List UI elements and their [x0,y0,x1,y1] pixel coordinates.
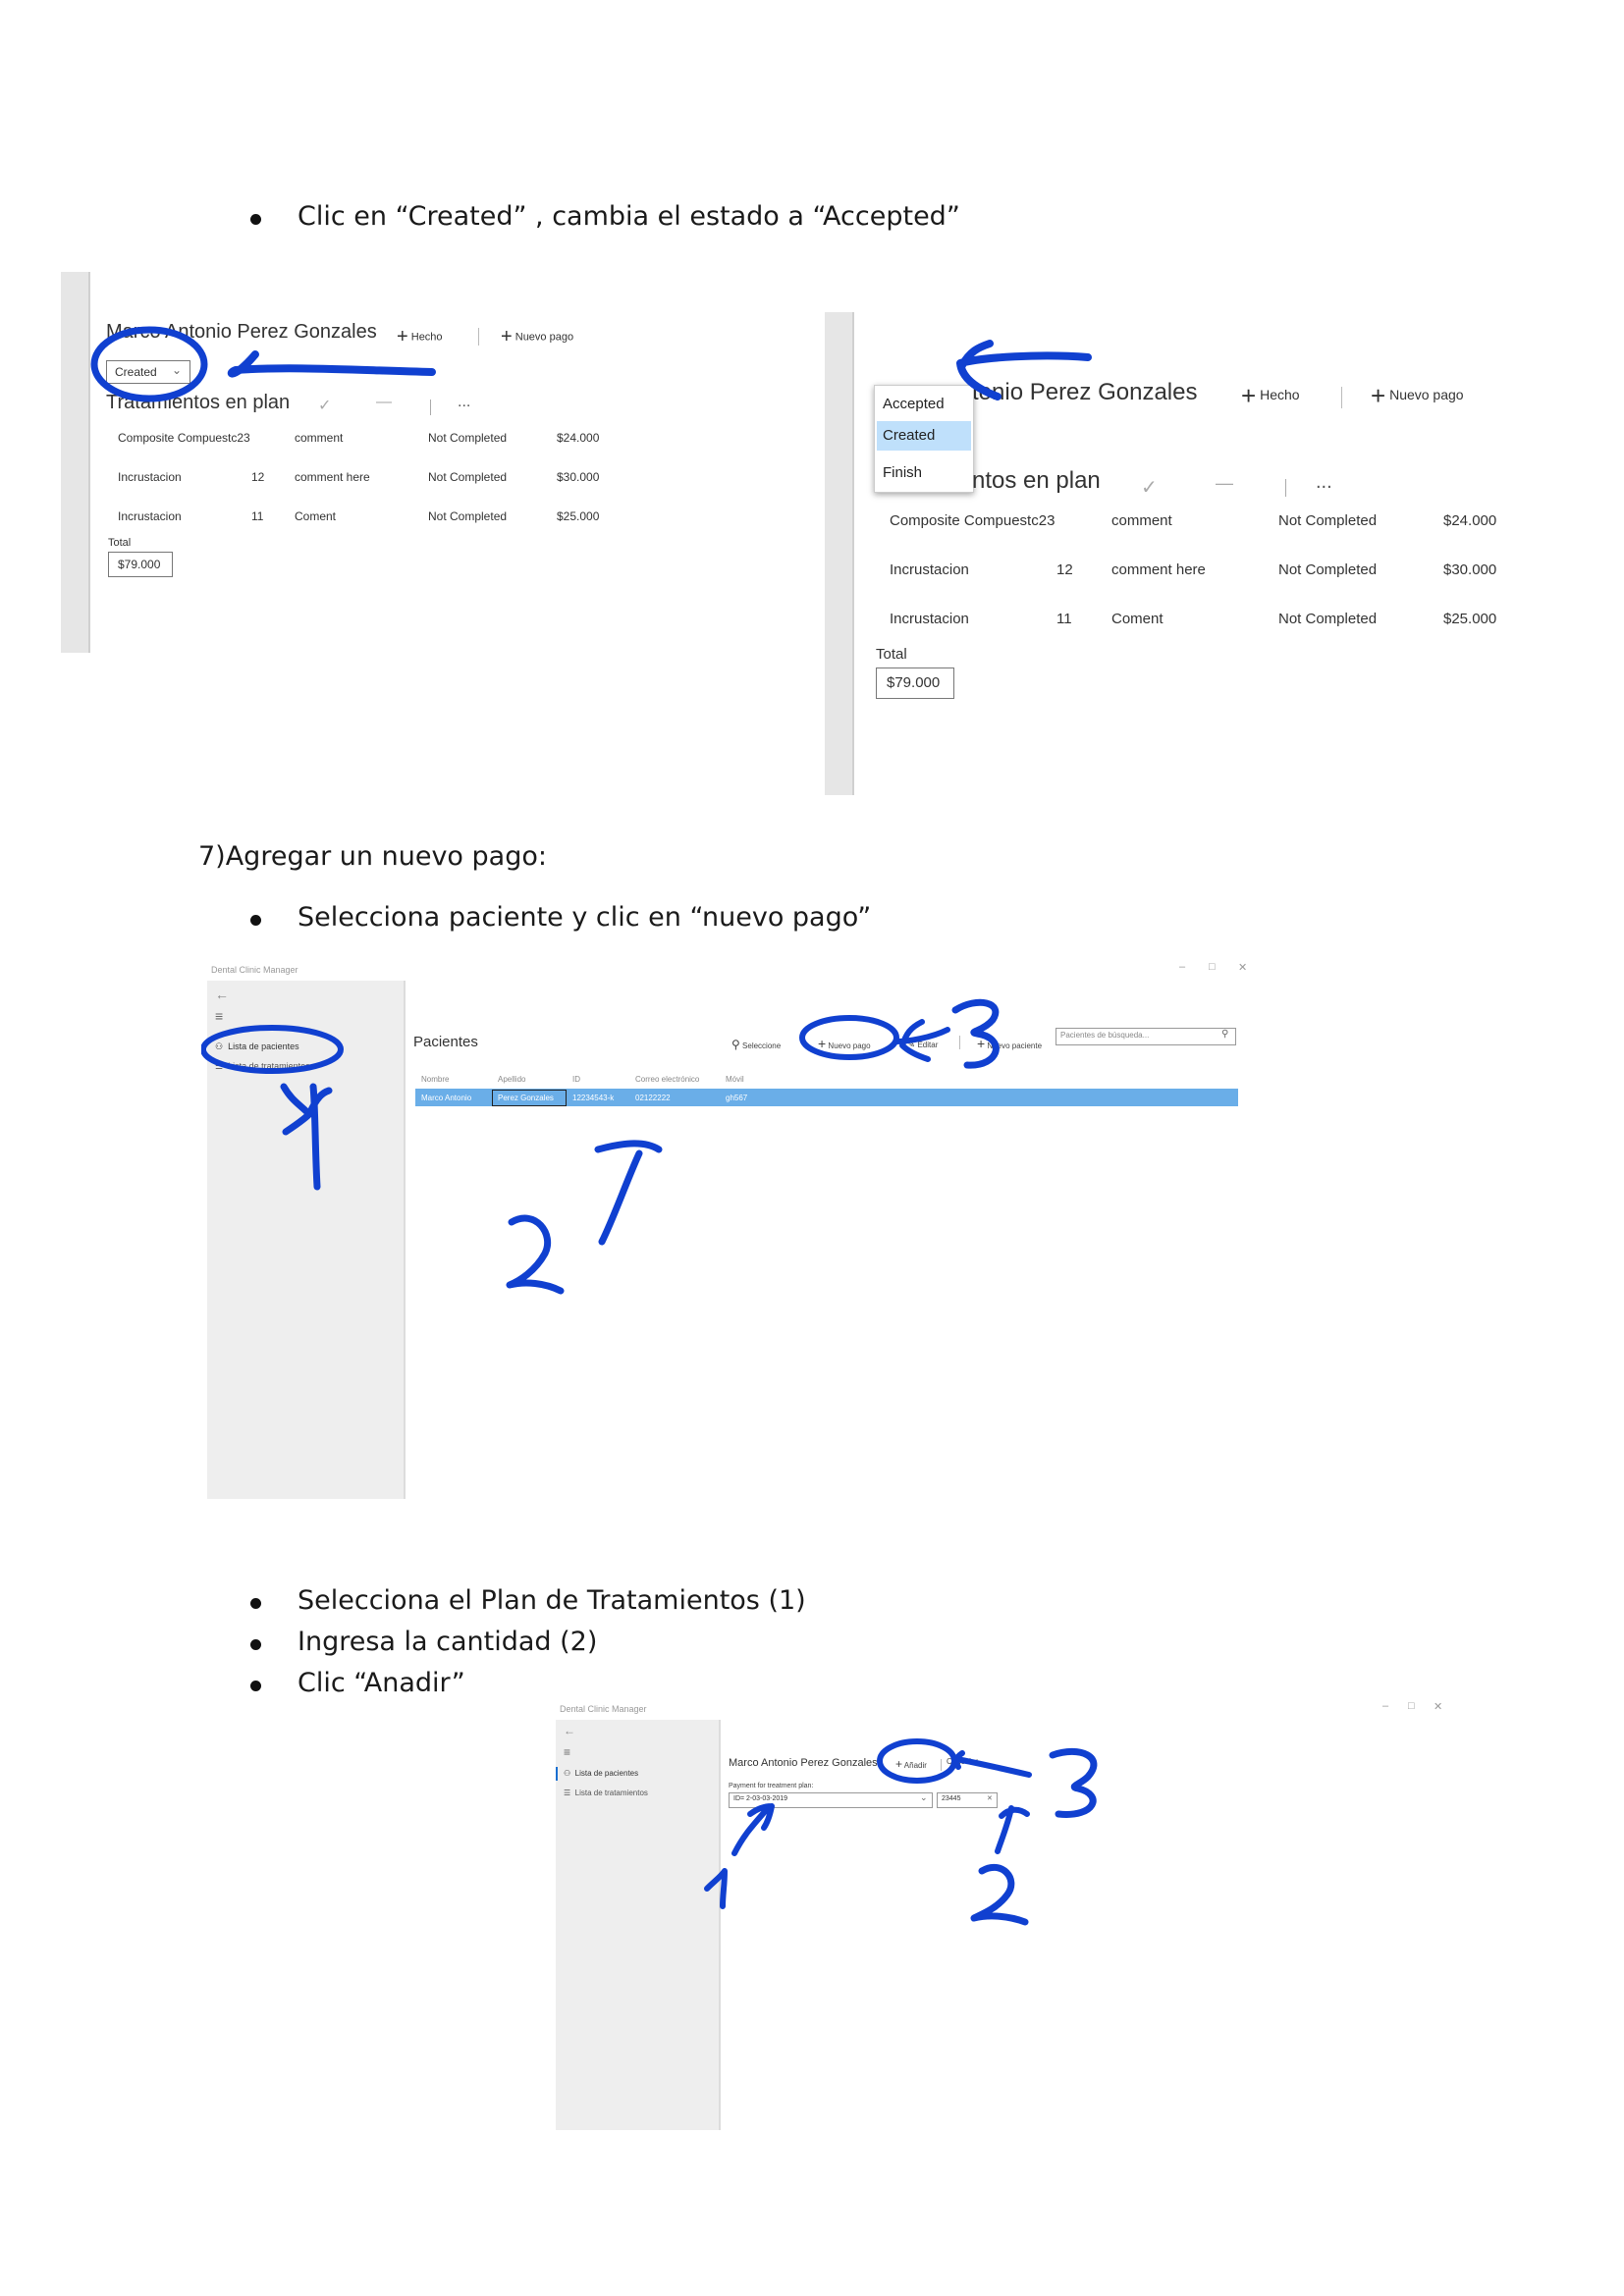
annotation-circle-1 [201,1025,344,1074]
annotation-strokes [704,1738,1098,1926]
section-7-title: 7)Agregar un nuevo pago: [198,841,547,872]
screenshot-patients: Dental Clinic Manager – □ ✕ ← ≡ ⚇ Lista … [201,957,1262,1499]
annotation-arrow-2 [995,1805,1030,1854]
instruction-enter-amount: Ingresa la cantidad (2) [298,1627,598,1657]
bullet-dot [250,915,261,926]
annotation-arrow [227,350,436,378]
screenshot-plan-dropdown: tonio Perez Gonzales + Hecho + Nuevo pag… [825,312,1532,795]
instruction-created: Clic en “Created” , cambia el estado a “… [298,201,960,232]
annotation-number-1 [704,1868,728,1909]
bullet-dot [250,1598,261,1609]
annotation-arrow-1 [731,1803,775,1856]
screenshot-payment: Dental Clinic Manager – □ ✕ ← ≡ ⚇ Lista … [550,1698,1453,2130]
bullet-dot [250,1639,261,1650]
bullet-dot [250,1681,261,1691]
instruction-click-add: Clic “Anadir” [298,1668,465,1698]
annotation-strokes [90,326,436,402]
annotation-arrow-2 [594,1140,663,1246]
instruction-select-plan: Selecciona el Plan de Tratamientos (1) [298,1585,806,1616]
annotation-number-3 [1049,1748,1098,1818]
annotation-arrow [956,340,1092,400]
annotation-circle-3 [799,1015,899,1060]
annotation-number-1 [280,1083,333,1191]
instruction-select-patient: Selecciona paciente y clic en “nuevo pag… [298,902,872,933]
annotation-strokes [201,998,1000,1295]
annotation-number-2 [506,1214,565,1295]
annotation-circle [90,326,208,402]
annotation-arrow-add [952,1750,1032,1778]
annotation-number-3 [951,998,1000,1069]
annotation-strokes [956,340,1092,400]
screenshot-plan-created: Marco Antonio Perez Gonzales + Hecho + N… [61,272,640,653]
annotation-number-2 [970,1863,1029,1926]
annotation-circle-add [877,1738,957,1784]
annotation-arrow-3 [893,1019,950,1062]
bullet-dot [250,214,261,225]
